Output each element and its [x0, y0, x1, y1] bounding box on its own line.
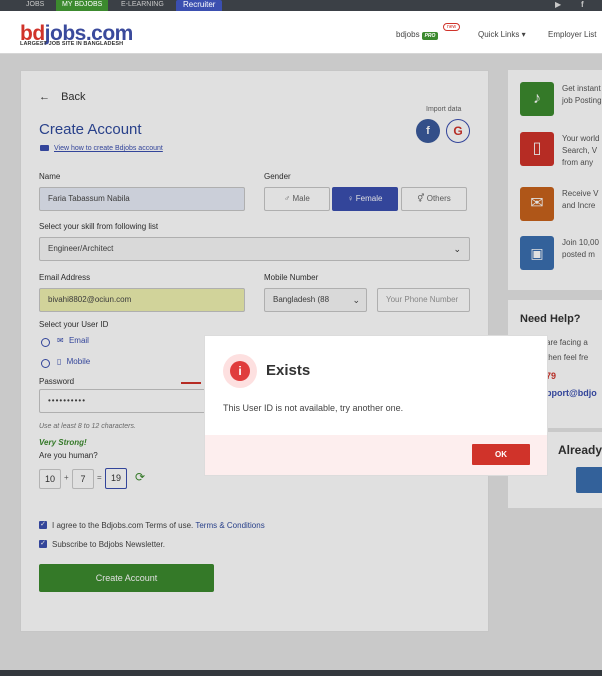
nav-my-bdjobs[interactable]: MY BDJOBS — [56, 0, 109, 11]
dialog-title: Exists — [266, 362, 311, 379]
youtube-icon[interactable]: ▶ — [555, 0, 561, 11]
nav-recruiter[interactable]: Recruiter — [176, 0, 223, 11]
top-nav: JOBS MY BDJOBS E-LEARNING Recruiter ▶ f — [0, 0, 602, 11]
facebook-icon[interactable]: f — [581, 0, 584, 11]
exists-dialog: i Exists This User ID is not available, … — [204, 335, 548, 476]
dialog-footer: OK — [205, 435, 547, 475]
new-badge: new — [443, 23, 461, 31]
bdjobs-pro-link[interactable]: bdjobs PRO — [396, 30, 439, 40]
ok-button[interactable]: OK — [472, 444, 530, 465]
quick-links-menu[interactable]: Quick Links ▾ — [478, 30, 526, 39]
nav-jobs[interactable]: JOBS — [26, 0, 44, 11]
alert-icon: i — [223, 354, 257, 388]
employer-list-link[interactable]: Employer List — [548, 30, 596, 39]
site-header: bdjobs.com LARGEST JOB SITE IN BANGLADES… — [0, 11, 602, 54]
logo-tagline: LARGEST JOB SITE IN BANGLADESH — [20, 41, 124, 47]
dialog-message: This User ID is not available, try anoth… — [223, 403, 404, 413]
nav-elearning[interactable]: E-LEARNING — [121, 0, 164, 11]
